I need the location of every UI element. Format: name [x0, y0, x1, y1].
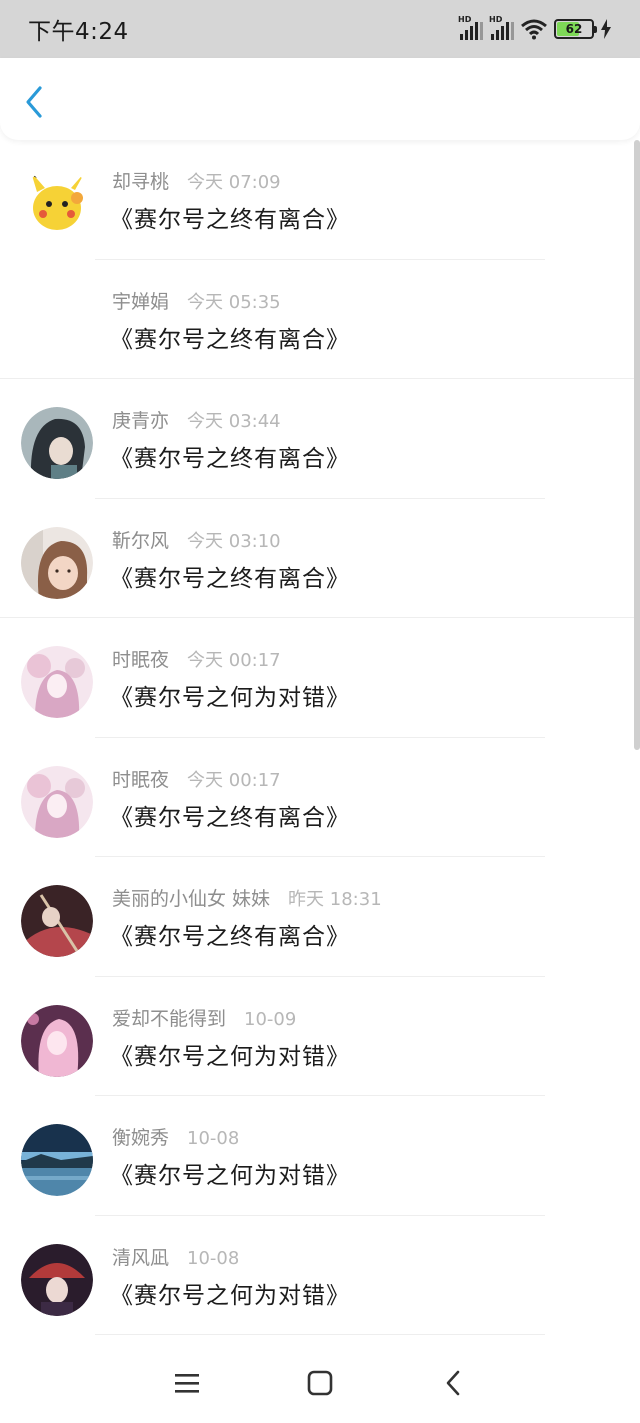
list-item[interactable]: 却寻桃 今天 07:09 《赛尔号之终有离合》 [0, 140, 640, 260]
user-name[interactable]: 却寻桃 [112, 167, 169, 194]
user-name[interactable]: 美丽的小仙女 妹妹 [112, 884, 270, 911]
back-icon [447, 1370, 460, 1396]
item-meta: 庚青亦 今天 03:44 [112, 406, 281, 433]
avatar[interactable] [21, 526, 93, 599]
item-title[interactable]: 《赛尔号之终有离合》 [110, 798, 350, 832]
avatar[interactable] [21, 1004, 93, 1077]
user-name[interactable]: 清风凪 [112, 1243, 169, 1270]
user-name[interactable]: 爱却不能得到 [112, 1004, 226, 1031]
user-name[interactable]: 时眠夜 [112, 645, 169, 672]
timestamp: 今天 07:09 [187, 172, 281, 193]
battery-icon: 62 [554, 19, 597, 39]
divider [95, 1334, 545, 1335]
item-title[interactable]: 《赛尔号之终有离合》 [110, 439, 350, 473]
list-item[interactable]: 衡婉秀 10-08 《赛尔号之何为对错》 [0, 1096, 640, 1216]
user-name[interactable]: 时眠夜 [112, 765, 169, 792]
item-title[interactable]: 《赛尔号之终有离合》 [110, 559, 350, 593]
back-button[interactable] [16, 82, 52, 122]
charging-icon [601, 19, 611, 39]
user-name[interactable]: 衡婉秀 [112, 1123, 169, 1150]
list-item[interactable]: 爱却不能得到 10-09 《赛尔号之何为对错》 [0, 977, 640, 1096]
timestamp: 今天 05:35 [187, 291, 281, 313]
item-meta: 爱却不能得到 10-09 [112, 1004, 296, 1031]
home-icon [307, 1370, 333, 1396]
status-icons: HD HD 62 [458, 15, 612, 40]
item-meta: 清风凪 10-08 [112, 1243, 239, 1270]
hd-label: HD [458, 15, 472, 24]
item-title[interactable]: 《赛尔号之何为对错》 [110, 678, 350, 712]
status-bar: 下午4:24 HD HD 62 [0, 0, 640, 58]
list-item[interactable]: 时眠夜 今天 00:17 《赛尔号之终有离合》 [0, 738, 640, 857]
avatar[interactable] [21, 646, 93, 718]
list-item[interactable]: 清风凪 10-08 《赛尔号之何为对错》 [0, 1216, 640, 1335]
scrollbar[interactable] [634, 140, 640, 750]
timestamp: 10-08 [187, 1247, 240, 1269]
avatar[interactable] [21, 885, 93, 957]
battery-level: 62 [565, 22, 583, 36]
avatar[interactable] [21, 765, 93, 838]
avatar[interactable] [21, 1243, 93, 1316]
navigation-bar [0, 1343, 640, 1423]
user-name[interactable]: 庚青亦 [112, 406, 169, 433]
list-item[interactable]: 时眠夜 今天 00:17 《赛尔号之何为对错》 [0, 618, 640, 738]
user-name[interactable]: 靳尔风 [112, 526, 169, 553]
avatar[interactable] [21, 1124, 93, 1196]
item-meta: 时眠夜 今天 00:17 [112, 645, 281, 672]
item-title[interactable]: 《赛尔号之何为对错》 [110, 1037, 350, 1071]
item-title[interactable]: 《赛尔号之何为对错》 [110, 1156, 350, 1190]
message-list: 却寻桃 今天 07:09 《赛尔号之终有离合》 宇婵娟 今天 05:35 《赛尔… [0, 140, 640, 1335]
signal-icon: HD [458, 15, 483, 40]
home-button[interactable] [300, 1363, 340, 1403]
list-item[interactable]: 宇婵娟 今天 05:35 《赛尔号之终有离合》 [0, 260, 640, 379]
hd-label: HD [489, 15, 503, 24]
chevron-left-icon [26, 86, 42, 118]
item-meta: 却寻桃 今天 07:09 [112, 167, 281, 194]
timestamp: 昨天 18:31 [288, 889, 382, 910]
timestamp: 今天 03:44 [187, 411, 281, 432]
item-meta: 宇婵娟 今天 05:35 [112, 287, 281, 314]
avatar[interactable] [21, 407, 93, 479]
item-title[interactable]: 《赛尔号之终有离合》 [110, 200, 350, 234]
list-item[interactable]: 庚青亦 今天 03:44 《赛尔号之终有离合》 [0, 379, 640, 499]
menu-icon [174, 1374, 199, 1393]
list-item[interactable]: 靳尔风 今天 03:10 《赛尔号之终有离合》 [0, 499, 640, 618]
item-title[interactable]: 《赛尔号之何为对错》 [110, 1276, 350, 1310]
item-meta: 时眠夜 今天 00:17 [112, 765, 281, 792]
list-item[interactable]: 美丽的小仙女 妹妹 昨天 18:31 《赛尔号之终有离合》 [0, 857, 640, 977]
item-title[interactable]: 《赛尔号之终有离合》 [110, 917, 350, 951]
signal-icon: HD [489, 15, 514, 40]
timestamp: 今天 00:17 [187, 769, 281, 791]
item-meta: 靳尔风 今天 03:10 [112, 526, 281, 553]
timestamp: 今天 00:17 [187, 650, 281, 671]
avatar[interactable] [21, 168, 93, 240]
wifi-icon [521, 19, 547, 40]
user-name[interactable]: 宇婵娟 [112, 287, 169, 314]
menu-button[interactable] [167, 1363, 207, 1403]
top-bar [0, 58, 640, 140]
item-meta: 美丽的小仙女 妹妹 昨天 18:31 [112, 884, 382, 911]
item-title[interactable]: 《赛尔号之终有离合》 [110, 320, 350, 354]
timestamp: 10-08 [187, 1128, 240, 1149]
status-time: 下午4:24 [28, 19, 129, 45]
timestamp: 今天 03:10 [187, 530, 281, 552]
timestamp: 10-09 [244, 1008, 297, 1030]
system-back-button[interactable] [433, 1363, 473, 1403]
item-meta: 衡婉秀 10-08 [112, 1123, 239, 1150]
